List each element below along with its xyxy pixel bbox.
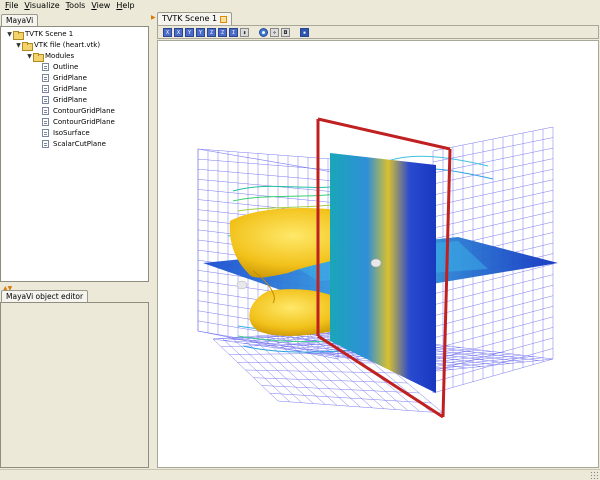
statusbar xyxy=(0,469,600,480)
document-icon xyxy=(42,63,49,71)
document-icon xyxy=(42,85,49,93)
tree-item-label: Modules xyxy=(45,52,75,60)
document-icon xyxy=(42,96,49,104)
axes-icon[interactable]: ● xyxy=(259,27,268,37)
view-neg-x-icon[interactable]: X xyxy=(174,27,183,37)
view-x-icon[interactable]: X xyxy=(163,27,172,37)
tree-item-source[interactable]: ▼ VTK file (heart.vtk) xyxy=(15,40,101,51)
scene-render xyxy=(197,117,558,419)
grid-line xyxy=(229,352,372,355)
scene-panel: TVTK Scene 1 X X Y Y Z Z I ▮ ● ✣ ◘ ▪ xyxy=(157,12,600,468)
view-neg-z-icon[interactable]: Z xyxy=(218,27,227,37)
tree-item-modules[interactable]: ▼ Modules xyxy=(26,51,75,62)
tree-item-gridplane-2[interactable]: GridPlane xyxy=(42,84,87,94)
document-icon xyxy=(42,74,49,82)
folder-icon xyxy=(33,52,44,62)
splitter-arrow-icon[interactable]: ▶ xyxy=(151,14,156,21)
tab-mayavi[interactable]: MayaVi xyxy=(1,14,39,26)
tree-item-label: GridPlane xyxy=(53,85,87,93)
tree-item-label: GridPlane xyxy=(53,74,87,82)
view-neg-y-icon[interactable]: Y xyxy=(196,27,205,37)
render-viewport[interactable] xyxy=(157,40,599,468)
tree-item-label: ContourGridPlane xyxy=(53,107,115,115)
tree-item-label: IsoSurface xyxy=(53,129,90,137)
scene-tab-label: TVTK Scene 1 xyxy=(162,14,218,23)
tree-item-label: GridPlane xyxy=(53,96,87,104)
tab-object-editor[interactable]: MayaVi object editor xyxy=(1,290,89,302)
menu-file[interactable]: File xyxy=(2,0,21,11)
document-icon xyxy=(42,107,49,115)
vertical-splitter[interactable] xyxy=(152,12,156,468)
document-icon xyxy=(42,118,49,126)
left-panel: MayaVi ▼ TVTK Scene 1 ▼ VTK file (heart.… xyxy=(0,12,151,468)
menu-tools[interactable]: Tools xyxy=(63,0,89,11)
menu-visualize[interactable]: Visualize xyxy=(21,0,62,11)
tree-item-label: VTK file (heart.vtk) xyxy=(34,41,101,49)
view-y-icon[interactable]: Y xyxy=(185,27,194,37)
scene-toolbar: X X Y Y Z Z I ▮ ● ✣ ◘ ▪ xyxy=(157,25,599,39)
menubar: File Visualize Tools View Help xyxy=(0,0,600,11)
tree-item-label: ContourGridPlane xyxy=(53,118,115,126)
folder-icon xyxy=(13,30,24,40)
close-tab-icon[interactable] xyxy=(220,15,228,23)
menu-help[interactable]: Help xyxy=(113,0,137,11)
view-iso-icon[interactable]: I xyxy=(229,27,238,37)
view-z-icon[interactable]: Z xyxy=(207,27,216,37)
expand-toggle-icon[interactable]: ▼ xyxy=(26,53,33,60)
document-icon xyxy=(42,129,49,137)
tree-item-label: TVTK Scene 1 xyxy=(25,30,74,38)
sphere-marker xyxy=(370,258,382,268)
document-icon xyxy=(42,140,49,148)
tree-item-contourgridplane-1[interactable]: ContourGridPlane xyxy=(42,106,115,116)
resize-grip-icon[interactable] xyxy=(590,471,598,479)
parallel-projection-icon[interactable]: ▮ xyxy=(240,27,249,37)
sphere-marker xyxy=(236,280,248,290)
save-icon[interactable]: ▪ xyxy=(300,27,309,37)
tree-item-gridplane-3[interactable]: GridPlane xyxy=(42,95,87,105)
grid-line xyxy=(277,400,444,414)
tree-item-isosurface[interactable]: IsoSurface xyxy=(42,128,90,138)
folder-icon xyxy=(22,41,33,51)
tree-item-gridplane-1[interactable]: GridPlane xyxy=(42,73,87,83)
expand-toggle-icon[interactable]: ▼ xyxy=(6,31,13,38)
tree-item-contourgridplane-2[interactable]: ContourGridPlane xyxy=(42,117,115,127)
fullscreen-icon[interactable]: ◘ xyxy=(281,27,290,37)
tree-item-outline[interactable]: Outline xyxy=(42,62,78,72)
expand-toggle-icon[interactable]: ▼ xyxy=(15,42,22,49)
light-icon[interactable]: ✣ xyxy=(270,27,279,37)
tree-item-scalarcutplane[interactable]: ScalarCutPlane xyxy=(42,139,106,149)
tab-tvtk-scene[interactable]: TVTK Scene 1 xyxy=(157,12,233,25)
tree-item-label: Outline xyxy=(53,63,79,71)
tree-item-label: ScalarCutPlane xyxy=(53,140,106,148)
tree-item-scene[interactable]: ▼ TVTK Scene 1 xyxy=(6,29,74,40)
pipeline-tree: ▼ TVTK Scene 1 ▼ VTK file (heart.vtk) ▼ … xyxy=(0,26,149,282)
menu-view[interactable]: View xyxy=(88,0,113,11)
object-editor-panel xyxy=(0,302,149,468)
